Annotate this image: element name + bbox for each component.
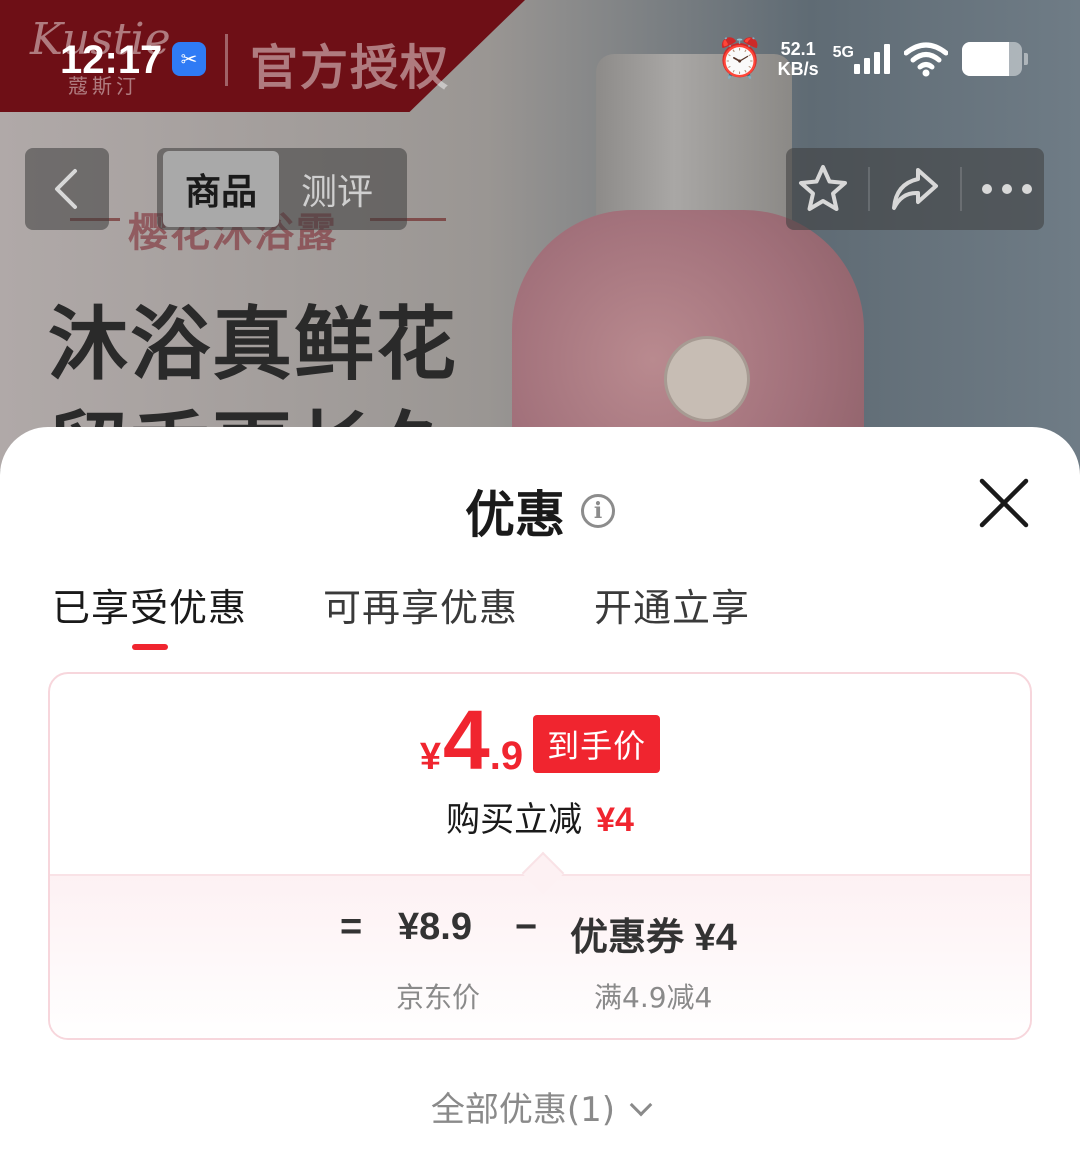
product-tabs: 商品 测评 xyxy=(157,148,407,230)
chevron-down-icon xyxy=(629,1093,653,1117)
sheet-title: 优惠 xyxy=(465,486,565,544)
more-button[interactable] xyxy=(977,159,1037,219)
screenshot-app-icon: ✂ xyxy=(172,42,206,76)
coupon-condition: 满4.9减4 xyxy=(594,981,713,1014)
info-icon[interactable]: i xyxy=(581,494,615,528)
jd-price: ¥8.9 xyxy=(398,906,472,948)
purchase-discount: 购买立减 ¥4 xyxy=(446,800,634,840)
status-icons: ⏰ 52.1 KB/s 5G xyxy=(716,36,1028,81)
equals-sign: = xyxy=(340,906,363,948)
tab-review[interactable]: 测评 xyxy=(279,151,395,227)
nav-separator xyxy=(959,167,962,211)
discount-sheet: 优惠 i 已享受优惠 可再享优惠 开通立享 ¥ 4 .9 到手价 购买立减¥4 xyxy=(0,427,1080,1174)
tab-more-discounts[interactable]: 可再享优惠 xyxy=(323,577,518,650)
final-price: ¥ 4 .9 xyxy=(419,693,524,787)
network-speed: 52.1 KB/s xyxy=(777,38,819,79)
favorite-button[interactable] xyxy=(793,159,853,219)
minus-sign: − xyxy=(515,906,538,948)
banner-divider xyxy=(225,34,228,86)
battery-icon xyxy=(962,41,1028,76)
bottle-label xyxy=(664,336,750,422)
discount-tabs: 已享受优惠 可再享优惠 开通立享 xyxy=(52,577,750,650)
product-headline-1: 沐浴真鲜花 xyxy=(48,298,458,391)
share-button[interactable] xyxy=(885,159,945,219)
bottle-cap xyxy=(596,54,792,234)
more-icon xyxy=(981,184,1032,194)
tab-activate-now[interactable]: 开通立享 xyxy=(594,577,750,650)
discount-card: ¥ 4 .9 到手价 购买立减 ¥4 = ¥8.9 − 优惠券 ¥4 京东价 满4… xyxy=(48,672,1032,1040)
close-icon[interactable] xyxy=(976,475,1032,531)
official-authorization: 官方授权 xyxy=(250,40,451,96)
nav-separator xyxy=(868,167,871,211)
share-icon xyxy=(891,168,938,210)
sheet-title-row: 优惠 i xyxy=(0,475,1080,547)
back-icon xyxy=(55,169,77,209)
signal-icon: 5G xyxy=(833,43,890,74)
coupon-amount: 优惠券 ¥4 xyxy=(570,917,737,959)
nav-actions xyxy=(786,148,1044,230)
tab-product[interactable]: 商品 xyxy=(163,151,280,227)
wifi-icon xyxy=(904,42,948,76)
final-price-row: ¥ 4 .9 到手价 xyxy=(50,693,1030,787)
final-price-section: ¥ 4 .9 到手价 购买立减 ¥4 xyxy=(50,674,1030,874)
status-time: 12:17 xyxy=(60,38,163,82)
star-icon xyxy=(799,165,848,211)
price-breakdown: = ¥8.9 − 优惠券 ¥4 京东价 满4.9减4 xyxy=(50,851,1030,1038)
all-deals-label: 全部优惠(1) xyxy=(430,1090,616,1130)
jd-price-label: 京东价 xyxy=(396,981,481,1014)
back-button[interactable] xyxy=(25,148,109,230)
final-price-badge: 到手价 xyxy=(533,715,661,773)
alarm-icon: ⏰ xyxy=(716,36,764,80)
tab-enjoyed-discounts[interactable]: 已享受优惠 xyxy=(52,577,247,650)
all-deals-button[interactable]: 全部优惠(1) xyxy=(0,1082,1080,1131)
